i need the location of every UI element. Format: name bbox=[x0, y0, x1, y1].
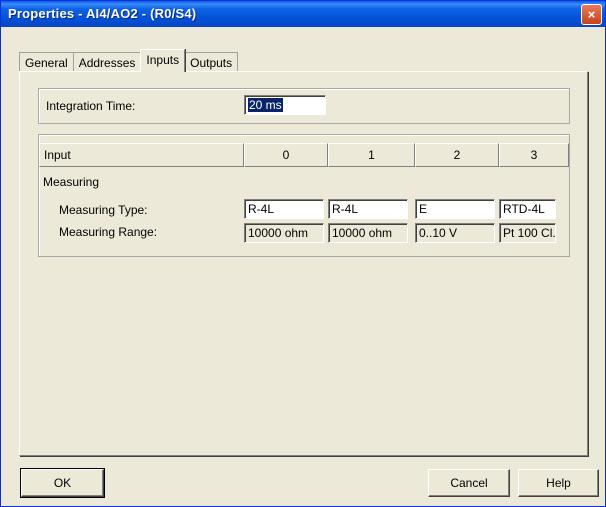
column-header-1: 1 bbox=[328, 143, 415, 167]
input-header: Input bbox=[39, 143, 244, 167]
measuring-range-field-0[interactable]: 10000 ohm bbox=[244, 223, 324, 243]
inputs-panel: Integration Time: 20 ms Input 0 1 2 3 Me… bbox=[19, 71, 588, 456]
measuring-type-field-3[interactable]: RTD-4L bbox=[499, 199, 556, 219]
measuring-type-field-2[interactable]: E bbox=[415, 199, 495, 219]
tab-outputs[interactable]: Outputs bbox=[184, 52, 239, 72]
measuring-type-label: Measuring Type: bbox=[59, 203, 148, 217]
tab-inputs[interactable]: Inputs bbox=[140, 49, 186, 72]
integration-time-value: 20 ms bbox=[248, 98, 283, 112]
tab-general[interactable]: General bbox=[19, 52, 74, 72]
measuring-group: Input 0 1 2 3 Measuring Measuring Type: … bbox=[38, 134, 570, 257]
column-header-0: 0 bbox=[244, 143, 328, 167]
column-header-2: 2 bbox=[415, 143, 499, 167]
window-title: Properties - AI4/AO2 - (R0/S4) bbox=[8, 6, 197, 21]
integration-time-field[interactable]: 20 ms bbox=[244, 95, 326, 115]
tab-addresses[interactable]: Addresses bbox=[72, 52, 142, 72]
measuring-range-field-2[interactable]: 0..10 V bbox=[415, 223, 495, 243]
properties-dialog: Properties - AI4/AO2 - (R0/S4) × General… bbox=[0, 0, 606, 507]
close-icon[interactable]: × bbox=[581, 4, 602, 25]
ok-button[interactable]: OK bbox=[20, 468, 105, 498]
column-header-3: 3 bbox=[499, 143, 569, 167]
title-bar[interactable]: Properties - AI4/AO2 - (R0/S4) × bbox=[1, 1, 605, 27]
cancel-button[interactable]: Cancel bbox=[428, 469, 510, 497]
measuring-section-label: Measuring bbox=[43, 175, 100, 189]
help-button[interactable]: Help bbox=[518, 469, 599, 497]
integration-time-label: Integration Time: bbox=[46, 99, 136, 113]
measuring-type-field-0[interactable]: R-4L bbox=[244, 199, 324, 219]
measuring-type-field-1[interactable]: R-4L bbox=[328, 199, 408, 219]
measuring-range-field-3[interactable]: Pt 100 Cl. bbox=[499, 223, 556, 243]
integration-group: Integration Time: 20 ms bbox=[38, 88, 570, 124]
measuring-range-field-1[interactable]: 10000 ohm bbox=[328, 223, 408, 243]
tab-strip: General Addresses Inputs Outputs bbox=[19, 49, 239, 72]
measuring-range-label: Measuring Range: bbox=[59, 225, 158, 239]
